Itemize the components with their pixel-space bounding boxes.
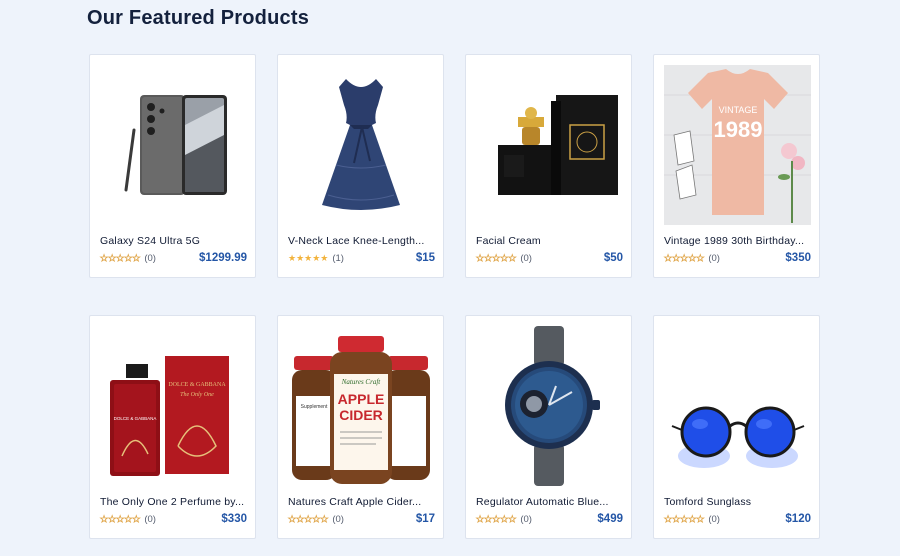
supplement-side-label: Supplement — [301, 404, 328, 410]
review-count: (0) — [520, 513, 532, 525]
rating: ★★★★★ (0) — [476, 253, 532, 264]
perfume-bottle-brand: DOLCE & GABBANA — [114, 416, 157, 421]
product-price: $1299.99 — [199, 252, 247, 264]
product-price: $50 — [603, 252, 623, 264]
star-rating-icon: ★★★★★ — [100, 252, 141, 263]
product-card-vintage-tshirt[interactable]: VINTAGE 1989 Vintage 1989 30th Birthday.… — [653, 54, 820, 278]
review-count: (0) — [520, 252, 532, 264]
review-count: (0) — [708, 513, 720, 525]
cream-box-image[interactable] — [476, 65, 623, 225]
tshirt-print-line1: VINTAGE — [719, 105, 758, 115]
supplement-label-line1: APPLE — [338, 391, 385, 407]
product-card-facial-cream[interactable]: Facial Cream ★★★★★ (0) $50 — [465, 54, 632, 278]
product-card-tomford-sunglass[interactable]: Tomford Sunglass ★★★★★ (0) $120 — [653, 315, 820, 539]
product-card-apple-cider[interactable]: Supplement Natures Craft APPLE CIDER Nat… — [277, 315, 444, 539]
product-price: $17 — [415, 513, 435, 525]
supplement-bottles-image[interactable]: Supplement Natures Craft APPLE CIDER — [288, 326, 435, 486]
star-rating-icon: ★★★★★ — [288, 513, 329, 524]
product-card-lace-dress[interactable]: V-Neck Lace Knee-Length... ★★★★★ (1) $15 — [277, 54, 444, 278]
perfume-box-brand: DOLCE & GABBANA — [168, 382, 226, 388]
product-name[interactable]: Regulator Automatic Blue... — [476, 496, 623, 508]
star-rating-icon: ★★★★★ — [476, 252, 517, 263]
product-card-regulator-watch[interactable]: Regulator Automatic Blue... ★★★★★ (0) $4… — [465, 315, 632, 539]
rating: ★★★★★ (0) — [664, 514, 720, 525]
review-count: (0) — [144, 513, 156, 525]
star-rating-icon: ★★★★★ — [476, 513, 517, 524]
watch-image[interactable] — [476, 326, 623, 486]
rating: ★★★★★ (0) — [664, 253, 720, 264]
product-card-only-one-perfume[interactable]: DOLCE & GABBANA The Only One DOLCE & GAB… — [89, 315, 256, 539]
supplement-brand: Natures Craft — [341, 378, 381, 386]
star-rating-icon: ★★★★★ — [100, 513, 141, 524]
rating: ★★★★★ (1) — [288, 253, 344, 264]
supplement-label-line2: CIDER — [339, 407, 383, 423]
product-price: $330 — [221, 513, 247, 525]
product-grid: Galaxy S24 Ultra 5G ★★★★★ (0) $1299.99 V… — [89, 54, 820, 539]
phone-image[interactable] — [100, 65, 247, 225]
rating: ★★★★★ (0) — [288, 514, 344, 525]
product-price: $499 — [597, 513, 623, 525]
star-rating-icon: ★★★★★ — [664, 513, 705, 524]
perfume-box-sub: The Only One — [180, 392, 214, 398]
tshirt-image[interactable]: VINTAGE 1989 — [664, 65, 811, 225]
dress-image[interactable] — [288, 65, 435, 225]
product-name[interactable]: Galaxy S24 Ultra 5G — [100, 235, 247, 247]
product-name[interactable]: Tomford Sunglass — [664, 496, 811, 508]
star-rating-icon: ★★★★★ — [288, 252, 329, 263]
rating: ★★★★★ (0) — [476, 514, 532, 525]
product-name[interactable]: Natures Craft Apple Cider... — [288, 496, 435, 508]
product-card-galaxy-s24[interactable]: Galaxy S24 Ultra 5G ★★★★★ (0) $1299.99 — [89, 54, 256, 278]
product-name[interactable]: The Only One 2 Perfume by... — [100, 496, 247, 508]
product-price: $350 — [785, 252, 811, 264]
rating: ★★★★★ (0) — [100, 514, 156, 525]
star-rating-icon: ★★★★★ — [664, 252, 705, 263]
page-title: Our Featured Products — [87, 7, 310, 29]
product-price: $120 — [785, 513, 811, 525]
review-count: (1) — [332, 252, 344, 264]
product-price: $15 — [415, 252, 435, 264]
tshirt-print-line2: 1989 — [714, 117, 763, 142]
review-count: (0) — [708, 252, 720, 264]
rating: ★★★★★ (0) — [100, 253, 156, 264]
product-name[interactable]: Facial Cream — [476, 235, 623, 247]
review-count: (0) — [332, 513, 344, 525]
sunglasses-image[interactable] — [664, 326, 811, 486]
product-name[interactable]: V-Neck Lace Knee-Length... — [288, 235, 435, 247]
review-count: (0) — [144, 252, 156, 264]
product-name[interactable]: Vintage 1989 30th Birthday... — [664, 235, 811, 247]
perfume-image[interactable]: DOLCE & GABBANA The Only One DOLCE & GAB… — [100, 326, 247, 486]
